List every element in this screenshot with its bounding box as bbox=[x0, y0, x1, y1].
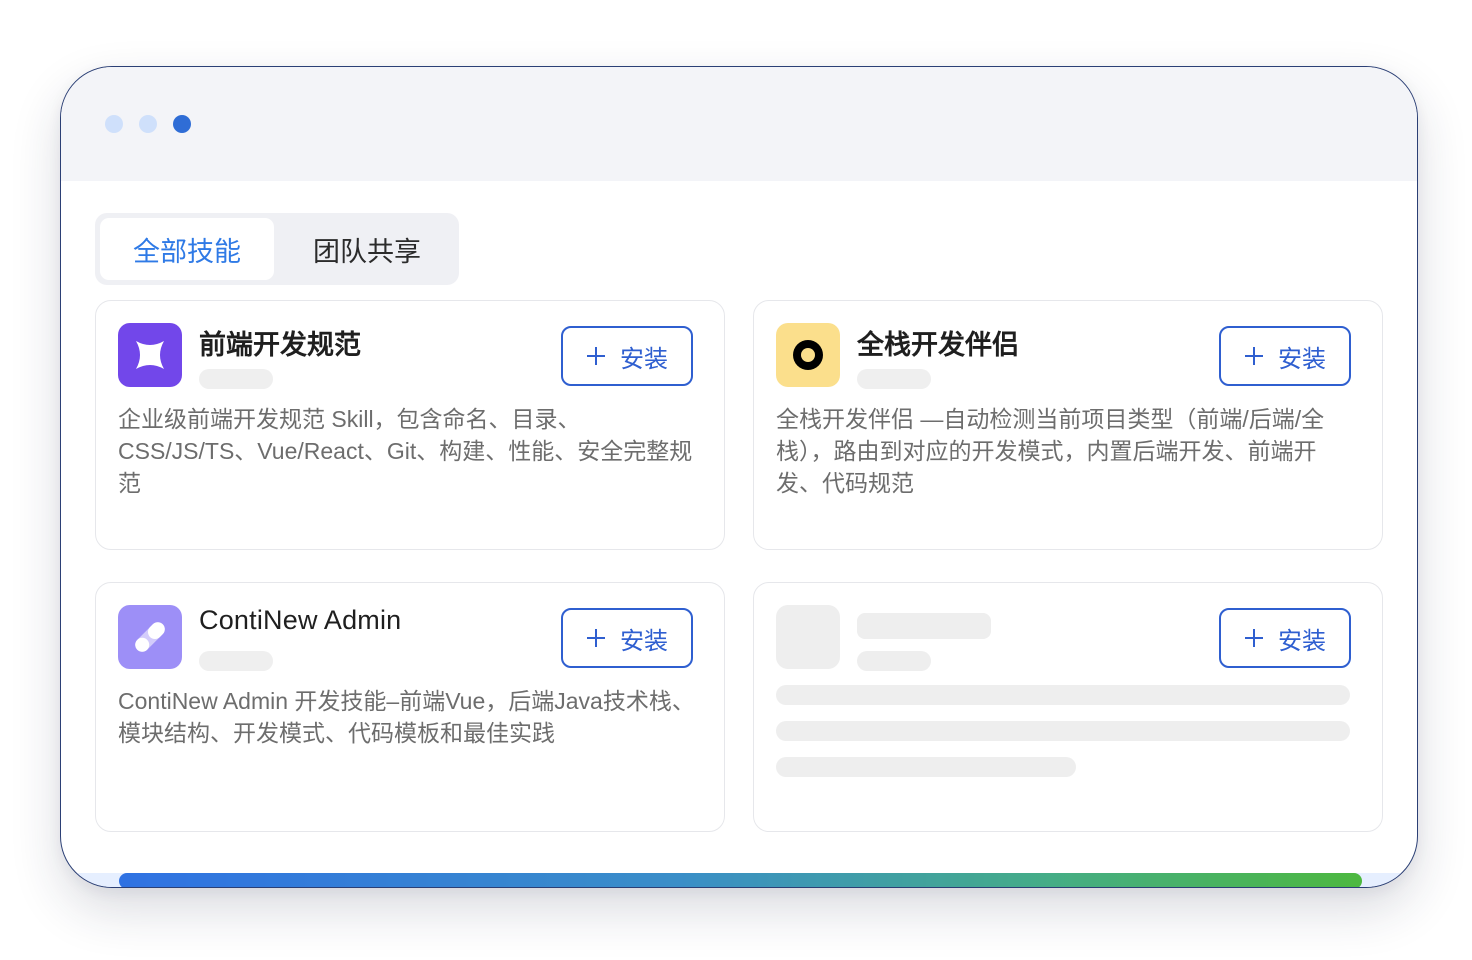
install-label: 安装 bbox=[620, 345, 668, 373]
description-placeholder bbox=[776, 757, 1076, 777]
skill-description: 全栈开发伴侣 —自动检测当前项目类型（前端/后端/全栈），路由到对应的开发模式，… bbox=[776, 406, 1325, 496]
plus-icon bbox=[1245, 629, 1263, 647]
skill-card: ContiNew Admin 安装 ContiNew Admin 开发技能–前端… bbox=[95, 582, 725, 832]
window-dot-icon[interactable] bbox=[105, 115, 123, 133]
skill-card-loading: 安装 bbox=[753, 582, 1383, 832]
description-placeholder bbox=[776, 685, 1350, 705]
install-label: 安装 bbox=[1278, 627, 1326, 655]
plus-icon bbox=[1245, 347, 1263, 365]
skill-card: 全栈开发伴侣 安装 全栈开发伴侣 —自动检测当前项目类型（前端/后端/全栈），路… bbox=[753, 300, 1383, 550]
tab-all-skills[interactable]: 全部技能 bbox=[100, 218, 274, 280]
skill-title: ContiNew Admin bbox=[199, 605, 402, 635]
description-placeholder bbox=[776, 721, 1350, 741]
install-button[interactable]: 安装 bbox=[1219, 326, 1351, 386]
skill-description: 企业级前端开发规范 Skill，包含命名、目录、CSS/JS/TS、Vue/Re… bbox=[118, 406, 693, 496]
meta-placeholder bbox=[857, 369, 931, 389]
install-label: 安装 bbox=[620, 627, 668, 655]
skill-tabs: 全部技能 团队共享 bbox=[95, 213, 459, 285]
skill-card: 前端开发规范 安装 企业级前端开发规范 Skill，包含命名、目录、CSS/JS… bbox=[95, 300, 725, 550]
install-button[interactable]: 安装 bbox=[561, 608, 693, 668]
meta-placeholder bbox=[199, 369, 273, 389]
window-dot-icon[interactable] bbox=[139, 115, 157, 133]
meta-placeholder bbox=[857, 651, 931, 671]
sparkle-icon bbox=[118, 323, 182, 387]
app-window: 全部技能 团队共享 前端开发规范 安装 企业级前端开发规范 Skill，包含命名… bbox=[60, 66, 1418, 888]
install-button[interactable]: 安装 bbox=[561, 326, 693, 386]
ring-icon bbox=[776, 323, 840, 387]
tab-team-shared[interactable]: 团队共享 bbox=[285, 218, 449, 280]
install-button[interactable]: 安装 bbox=[1219, 608, 1351, 668]
plus-icon bbox=[587, 629, 605, 647]
plus-icon bbox=[587, 347, 605, 365]
window-titlebar bbox=[61, 67, 1417, 181]
pill-icon bbox=[118, 605, 182, 669]
skill-description: ContiNew Admin 开发技能–前端Vue，后端Java技术栈、模块结构… bbox=[118, 688, 695, 746]
skill-title: 前端开发规范 bbox=[199, 330, 361, 360]
install-label: 安装 bbox=[1278, 345, 1326, 373]
gradient-progress-bar bbox=[119, 873, 1362, 887]
window-dot-active-icon[interactable] bbox=[173, 115, 191, 133]
meta-placeholder bbox=[199, 651, 273, 671]
icon-placeholder bbox=[776, 605, 840, 669]
title-placeholder bbox=[857, 613, 991, 639]
skill-title: 全栈开发伴侣 bbox=[857, 330, 1019, 360]
